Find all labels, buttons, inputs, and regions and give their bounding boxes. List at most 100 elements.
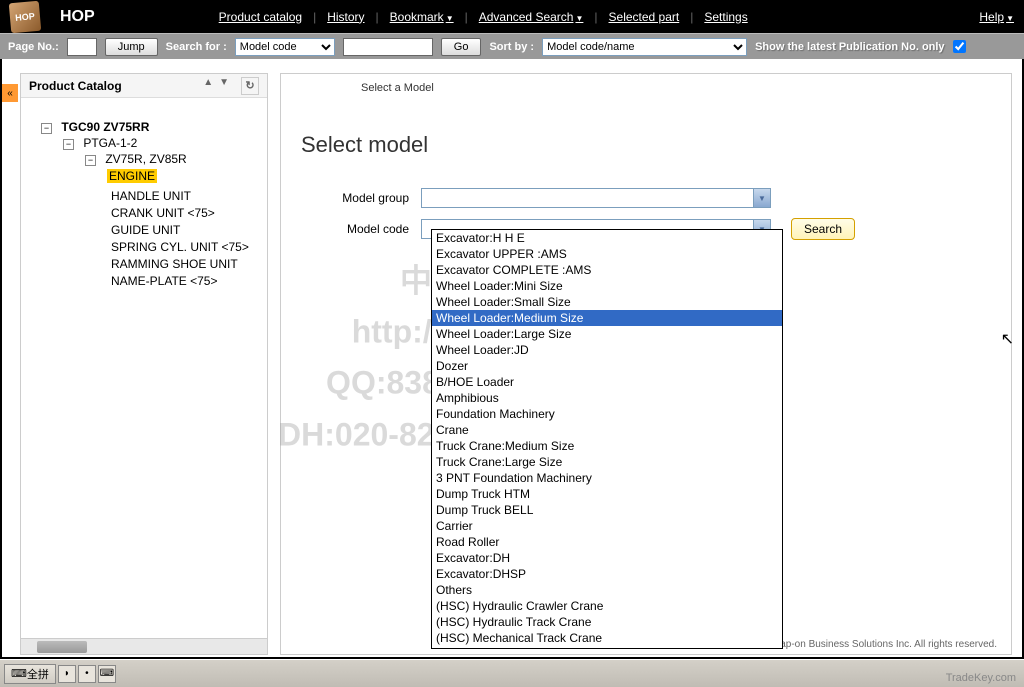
dropdown-item[interactable]: Amphibious xyxy=(432,390,782,406)
dropdown-item[interactable]: Excavator:DH xyxy=(432,550,782,566)
model-code-label: Model code xyxy=(301,222,421,236)
tree-toggle[interactable]: − xyxy=(41,123,52,134)
nav-product-catalog[interactable]: Product catalog xyxy=(215,10,306,24)
dropdown-item[interactable]: Crane xyxy=(432,422,782,438)
chevron-down-icon: ▼ xyxy=(446,14,454,23)
tree-toggle[interactable]: − xyxy=(85,155,96,166)
breadcrumb: Select a Model xyxy=(281,74,1011,102)
sort-by-select[interactable]: Model code/name xyxy=(542,38,747,56)
dropdown-item[interactable]: Wheel Loader:JD xyxy=(432,342,782,358)
search-input[interactable] xyxy=(343,38,433,56)
nav-bookmark[interactable]: Bookmark▼ xyxy=(386,10,458,24)
brand-name: HOP xyxy=(60,8,95,26)
chevron-down-icon[interactable]: ▼ xyxy=(753,189,770,207)
tree-leaf[interactable]: ENGINE xyxy=(107,169,157,183)
sidebar-refresh-button[interactable]: ↻ xyxy=(241,77,259,95)
search-for-label: Search for : xyxy=(166,41,227,53)
dropdown-item[interactable]: (HSC) Mechanical Track Crane xyxy=(432,630,782,646)
tree-leaf[interactable]: SPRING CYL. UNIT <75> xyxy=(107,240,257,254)
dropdown-item[interactable]: Excavator COMPLETE :AMS xyxy=(432,262,782,278)
nav-selected-part[interactable]: Selected part xyxy=(605,10,684,24)
scrollbar-thumb[interactable] xyxy=(37,641,87,653)
tree-toggle[interactable]: − xyxy=(63,139,74,150)
jump-button[interactable]: Jump xyxy=(105,38,158,56)
go-button[interactable]: Go xyxy=(441,38,482,56)
content: Select a Model Select model Model group … xyxy=(280,73,1012,655)
dropdown-item[interactable]: (HSC) Hydraulic Track Crane xyxy=(432,614,782,630)
dropdown-item[interactable]: Excavator:DHSP xyxy=(432,566,782,582)
sidebar-scrollbar[interactable] xyxy=(21,638,267,654)
sidebar-collapse-tab[interactable]: « xyxy=(2,84,18,102)
toolbar: Page No.: Jump Search for : Model code G… xyxy=(0,33,1024,59)
dropdown-item[interactable]: Carrier xyxy=(432,518,782,534)
page-no-label: Page No.: xyxy=(8,41,59,53)
main-area: « Product Catalog ▲ ▼ ↻ − TGC90 ZV75RR −… xyxy=(2,59,1022,657)
tree-root-label[interactable]: TGC90 ZV75RR xyxy=(61,120,149,134)
tree-leaf[interactable]: GUIDE UNIT xyxy=(107,223,257,237)
dropdown-item[interactable]: Wheel Loader:Small Size xyxy=(432,294,782,310)
logo: HOP xyxy=(9,0,42,33)
search-button[interactable]: Search xyxy=(791,218,855,240)
model-group-label: Model group xyxy=(301,191,421,205)
show-latest-checkbox[interactable] xyxy=(953,40,966,53)
tree-leaf[interactable]: CRANK UNIT <75> xyxy=(107,206,257,220)
dropdown-item[interactable]: Wheel Loader:Medium Size xyxy=(432,310,782,326)
dropdown-item[interactable]: Dozer xyxy=(432,358,782,374)
tree-leaf[interactable]: HANDLE UNIT xyxy=(107,189,257,203)
dropdown-item[interactable]: B/HOE Loader xyxy=(432,374,782,390)
nav-advanced-search[interactable]: Advanced Search▼ xyxy=(475,10,588,24)
taskbar-icon-1[interactable]: ◗ xyxy=(58,665,76,683)
dropdown-item[interactable]: Truck Crane:Medium Size xyxy=(432,438,782,454)
nav-separator: | xyxy=(376,10,379,24)
sidebar-header: Product Catalog ▲ ▼ ↻ xyxy=(21,74,267,98)
dropdown-item[interactable]: Truck Crane:Large Size xyxy=(432,454,782,470)
nav-history[interactable]: History xyxy=(323,10,368,24)
footer: Snap-on Business Solutions Inc. All righ… xyxy=(764,635,1001,654)
dropdown-item[interactable]: Wheel Loader:Large Size xyxy=(432,326,782,342)
dropdown-item[interactable]: Wheel Loader:Mini Size xyxy=(432,278,782,294)
keyboard-icon: ⌨ xyxy=(11,667,27,680)
sidebar: Product Catalog ▲ ▼ ↻ − TGC90 ZV75RR − P… xyxy=(20,73,268,655)
model-group-select[interactable]: ▼ xyxy=(421,188,771,208)
nav-separator: | xyxy=(690,10,693,24)
dropdown-item[interactable]: Others xyxy=(432,582,782,598)
nav-separator: | xyxy=(465,10,468,24)
sidebar-collapse-up-icon[interactable]: ▲ xyxy=(203,77,213,95)
nav-help[interactable]: Help▼ xyxy=(979,10,1014,24)
page-title: Select model xyxy=(281,102,1011,178)
sidebar-title: Product Catalog xyxy=(29,79,122,93)
tree-level1-label[interactable]: PTGA-1-2 xyxy=(83,136,137,150)
show-latest-label: Show the latest Publication No. only xyxy=(755,41,944,53)
dropdown-item[interactable]: Excavator:H H E xyxy=(432,230,782,246)
dropdown-item[interactable]: Foundation Machinery xyxy=(432,406,782,422)
dropdown-item[interactable]: Dump Truck BELL xyxy=(432,502,782,518)
dropdown-item[interactable]: Dump Truck HTM xyxy=(432,486,782,502)
taskbar: ⌨ 全拼 ◗ • ⌨ TradeKey.com xyxy=(0,659,1024,687)
chevron-down-icon: ▼ xyxy=(575,14,583,23)
chevron-down-icon: ▼ xyxy=(1006,14,1014,23)
tradekey-label: TradeKey.com xyxy=(946,672,1016,684)
taskbar-icon-3[interactable]: ⌨ xyxy=(98,665,116,683)
dropdown-item[interactable]: Road Roller xyxy=(432,534,782,550)
model-group-dropdown[interactable]: Excavator:H H EExcavator UPPER :AMSExcav… xyxy=(431,229,783,649)
nav-separator: | xyxy=(313,10,316,24)
taskbar-ime-button[interactable]: ⌨ 全拼 xyxy=(4,664,56,684)
taskbar-icon-2[interactable]: • xyxy=(78,665,96,683)
dropdown-item[interactable]: Excavator UPPER :AMS xyxy=(432,246,782,262)
nav-links: Product catalog | History | Bookmark▼ | … xyxy=(215,10,752,24)
sort-by-label: Sort by : xyxy=(489,41,534,53)
search-for-select[interactable]: Model code xyxy=(235,38,335,56)
dropdown-item[interactable]: (HSC) Hydraulic Crawler Crane xyxy=(432,598,782,614)
sidebar-controls: ▲ ▼ ↻ xyxy=(203,77,259,95)
tree-level2-label[interactable]: ZV75R, ZV85R xyxy=(105,152,186,166)
tree-leaf[interactable]: NAME-PLATE <75> xyxy=(107,274,257,288)
nav-separator: | xyxy=(594,10,597,24)
tree: − TGC90 ZV75RR − PTGA-1-2 − ZV75R, ZV85R… xyxy=(21,98,267,301)
sidebar-collapse-down-icon[interactable]: ▼ xyxy=(219,77,229,95)
nav-settings[interactable]: Settings xyxy=(700,10,751,24)
top-nav: HOP HOP Product catalog | History | Book… xyxy=(0,0,1024,33)
dropdown-item[interactable]: 3 PNT Foundation Machinery xyxy=(432,470,782,486)
dropdown-item[interactable]: (HSC) Earth Drill xyxy=(432,646,782,649)
tree-leaf[interactable]: RAMMING SHOE UNIT xyxy=(107,257,257,271)
page-no-input[interactable] xyxy=(67,38,97,56)
